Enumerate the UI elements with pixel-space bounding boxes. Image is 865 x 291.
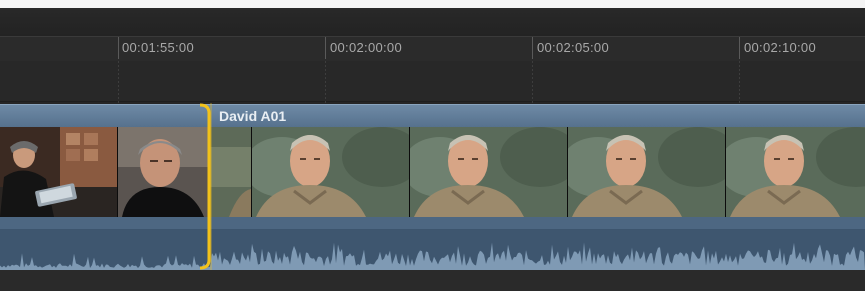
filmstrip[interactable] [0, 127, 865, 217]
waveform-shape [0, 242, 865, 270]
clip-name: David A01 [219, 108, 287, 124]
ruler-timecode: 00:02:00:00 [330, 40, 402, 55]
timeline-toolbar [0, 0, 865, 37]
ruler-timecode: 00:02:05:00 [537, 40, 609, 55]
video-clip[interactable]: David A01 [0, 104, 865, 270]
ruler-tick [118, 37, 119, 59]
man-closeup-thumbnail [118, 127, 209, 217]
timecode-ruler[interactable]: 00:01:55:00 00:02:00:00 00:02:05:00 00:0… [0, 37, 865, 61]
ruler-timecode: 00:01:55:00 [122, 40, 194, 55]
ruler-tick [532, 37, 533, 59]
empty-track[interactable] [0, 61, 865, 102]
interview-thumbnail [410, 127, 568, 217]
timeline[interactable]: 00:01:55:00 00:02:00:00 00:02:05:00 00:0… [0, 0, 865, 291]
audio-video-divider [0, 217, 865, 230]
interview-thumbnail [568, 127, 726, 217]
ruler-timecode: 00:02:10:00 [744, 40, 816, 55]
ruler-tick [739, 37, 740, 59]
waveform-graphic [0, 242, 865, 270]
empty-track-below[interactable] [0, 270, 865, 291]
man-with-tablet-thumbnail [0, 127, 118, 217]
interview-thumbnail [252, 127, 410, 217]
audio-waveform[interactable] [0, 230, 865, 270]
trim-bracket-icon[interactable] [198, 103, 216, 270]
clip-header[interactable]: David A01 [0, 104, 865, 127]
interview-thumbnail [726, 127, 865, 217]
ruler-tick [325, 37, 326, 59]
